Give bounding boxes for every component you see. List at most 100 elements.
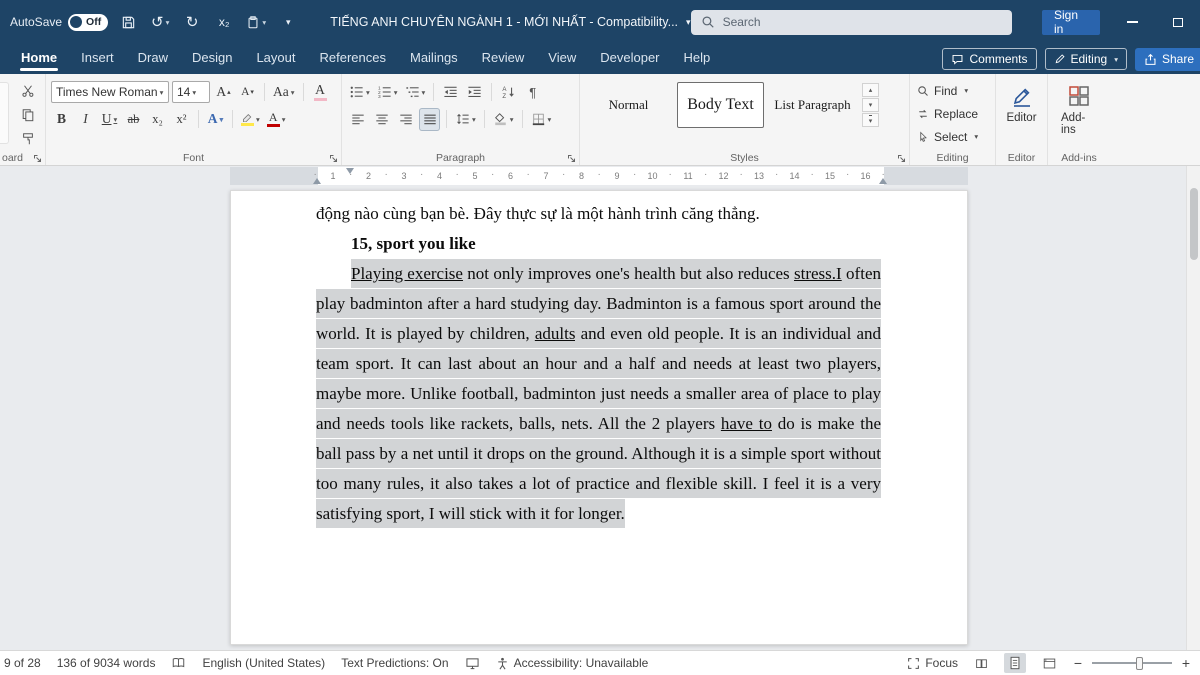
comments-button[interactable]: Comments: [942, 48, 1036, 70]
grow-font-button[interactable]: A▴: [213, 81, 234, 104]
paste-quick-button[interactable]: [244, 9, 268, 35]
right-indent-marker[interactable]: [879, 178, 887, 184]
select-button[interactable]: Select: [915, 125, 990, 148]
multilevel-list-button[interactable]: [403, 81, 428, 104]
change-case-button[interactable]: Aa: [271, 81, 297, 104]
editor-button[interactable]: Editor: [1001, 79, 1042, 124]
clipboard-dialog-launcher[interactable]: [33, 154, 42, 163]
text-effects-button[interactable]: A: [205, 108, 226, 131]
bullets-button[interactable]: [347, 81, 372, 104]
proofing-status[interactable]: [171, 656, 186, 670]
format-painter-button[interactable]: [17, 129, 39, 148]
maximize-button[interactable]: [1172, 16, 1184, 28]
tab-view[interactable]: View: [541, 45, 583, 73]
align-right-button[interactable]: [395, 108, 416, 131]
zoom-in-button[interactable]: +: [1180, 655, 1192, 671]
print-layout-button[interactable]: [1004, 653, 1026, 673]
replace-button[interactable]: Replace: [915, 102, 990, 125]
style-list-paragraph[interactable]: List Paragraph: [769, 82, 856, 128]
paragraph-dialog-launcher[interactable]: [567, 154, 576, 163]
scrollbar-thumb[interactable]: [1190, 188, 1198, 260]
align-center-button[interactable]: [371, 108, 392, 131]
tab-layout[interactable]: Layout: [249, 45, 302, 73]
display-status-icon-button[interactable]: [465, 657, 480, 670]
page-number-indicator[interactable]: 9 of 28: [4, 656, 41, 670]
tab-review[interactable]: Review: [475, 45, 532, 73]
line-spacing-button[interactable]: [453, 108, 478, 131]
tab-mailings[interactable]: Mailings: [403, 45, 465, 73]
font-size-select[interactable]: 14: [172, 81, 210, 103]
left-indent-marker[interactable]: [313, 178, 321, 184]
accessibility-checker[interactable]: Accessibility: Unavailable: [496, 656, 649, 670]
underline-button[interactable]: U: [99, 108, 120, 131]
tab-draw[interactable]: Draw: [131, 45, 175, 73]
clear-formatting-button[interactable]: A: [310, 81, 331, 104]
font-name-select[interactable]: Times New Roman: [51, 81, 169, 103]
subscript-button[interactable]: x₂: [147, 108, 168, 131]
style-body-text[interactable]: Body Text: [677, 82, 764, 128]
addins-button[interactable]: Add-ins: [1053, 79, 1105, 136]
focus-mode-button[interactable]: Focus: [907, 656, 958, 670]
first-line-indent-marker[interactable]: [346, 168, 354, 174]
editing-mode-button[interactable]: Editing: [1045, 48, 1127, 70]
text-highlight-button[interactable]: [239, 108, 262, 131]
cut-button[interactable]: [17, 81, 39, 100]
undo-button[interactable]: ↺: [148, 9, 172, 35]
style-normal[interactable]: Normal: [585, 82, 672, 128]
styles-scroll-up-button[interactable]: ▴: [862, 83, 879, 97]
strikethrough-button[interactable]: ab: [123, 108, 144, 131]
increase-indent-button[interactable]: [464, 81, 485, 104]
font-color-button[interactable]: A: [265, 108, 288, 131]
sign-in-button[interactable]: Sign in: [1042, 10, 1100, 35]
show-formatting-marks-button[interactable]: ¶: [522, 81, 543, 104]
redo-button[interactable]: ↻: [180, 9, 204, 35]
tab-references[interactable]: References: [313, 45, 393, 73]
borders-button[interactable]: [529, 108, 554, 131]
shading-button[interactable]: [491, 108, 516, 131]
bold-button[interactable]: B: [51, 108, 72, 131]
ruler-tick: ·: [846, 169, 849, 180]
tab-design[interactable]: Design: [185, 45, 239, 73]
language-indicator[interactable]: English (United States): [202, 656, 325, 670]
save-button[interactable]: [116, 9, 140, 35]
minimize-button[interactable]: [1126, 16, 1138, 28]
customize-quick-access-button[interactable]: ▾: [276, 9, 300, 35]
styles-scroll-down-button[interactable]: ▾: [862, 98, 879, 112]
tab-help[interactable]: Help: [677, 45, 718, 73]
search-box[interactable]: Search: [691, 10, 1012, 35]
styles-gallery-more-button[interactable]: ▾: [862, 113, 879, 127]
editor-group-label: Editor: [996, 152, 1047, 164]
tab-insert[interactable]: Insert: [74, 45, 121, 73]
find-button[interactable]: Find: [915, 79, 990, 102]
read-mode-button[interactable]: [970, 653, 992, 673]
text-predictions-text: Text Predictions: On: [341, 656, 448, 670]
word-count-indicator[interactable]: 136 of 9034 words: [57, 656, 156, 670]
document-title[interactable]: TIẾNG ANH CHUYÊN NGÀNH 1 - MỚI NHẤT - Co…: [330, 15, 690, 29]
tab-developer[interactable]: Developer: [593, 45, 666, 73]
editor-group: Editor Editor: [996, 74, 1048, 165]
justify-button[interactable]: [419, 108, 440, 131]
share-button[interactable]: Share: [1135, 48, 1200, 71]
numbering-button[interactable]: 123: [375, 81, 400, 104]
selected-text: not only improves one's health but also …: [463, 259, 794, 288]
subscript-quick-button[interactable]: x₂: [212, 9, 236, 35]
tab-home[interactable]: Home: [14, 45, 64, 73]
zoom-slider-thumb[interactable]: [1136, 657, 1143, 670]
zoom-slider[interactable]: [1092, 662, 1172, 664]
web-layout-button[interactable]: [1038, 653, 1060, 673]
vertical-scrollbar[interactable]: [1186, 166, 1200, 650]
autosave-toggle[interactable]: Off: [68, 14, 108, 31]
text-predictions-indicator[interactable]: Text Predictions: On: [341, 656, 448, 670]
shrink-font-button[interactable]: A▾: [237, 81, 258, 104]
styles-dialog-launcher[interactable]: [897, 154, 906, 163]
align-left-button[interactable]: [347, 108, 368, 131]
italic-button[interactable]: I: [75, 108, 96, 131]
ruler[interactable]: 12345678910111213141516·················: [230, 167, 968, 185]
superscript-button[interactable]: x²: [171, 108, 192, 131]
sort-button[interactable]: AZ: [498, 81, 519, 104]
decrease-indent-button[interactable]: [440, 81, 461, 104]
font-dialog-launcher[interactable]: [329, 154, 338, 163]
document-page[interactable]: động nào cùng bạn bè. Đây thực sự là một…: [230, 190, 968, 645]
zoom-out-button[interactable]: −: [1072, 655, 1084, 671]
copy-button[interactable]: [17, 105, 39, 124]
